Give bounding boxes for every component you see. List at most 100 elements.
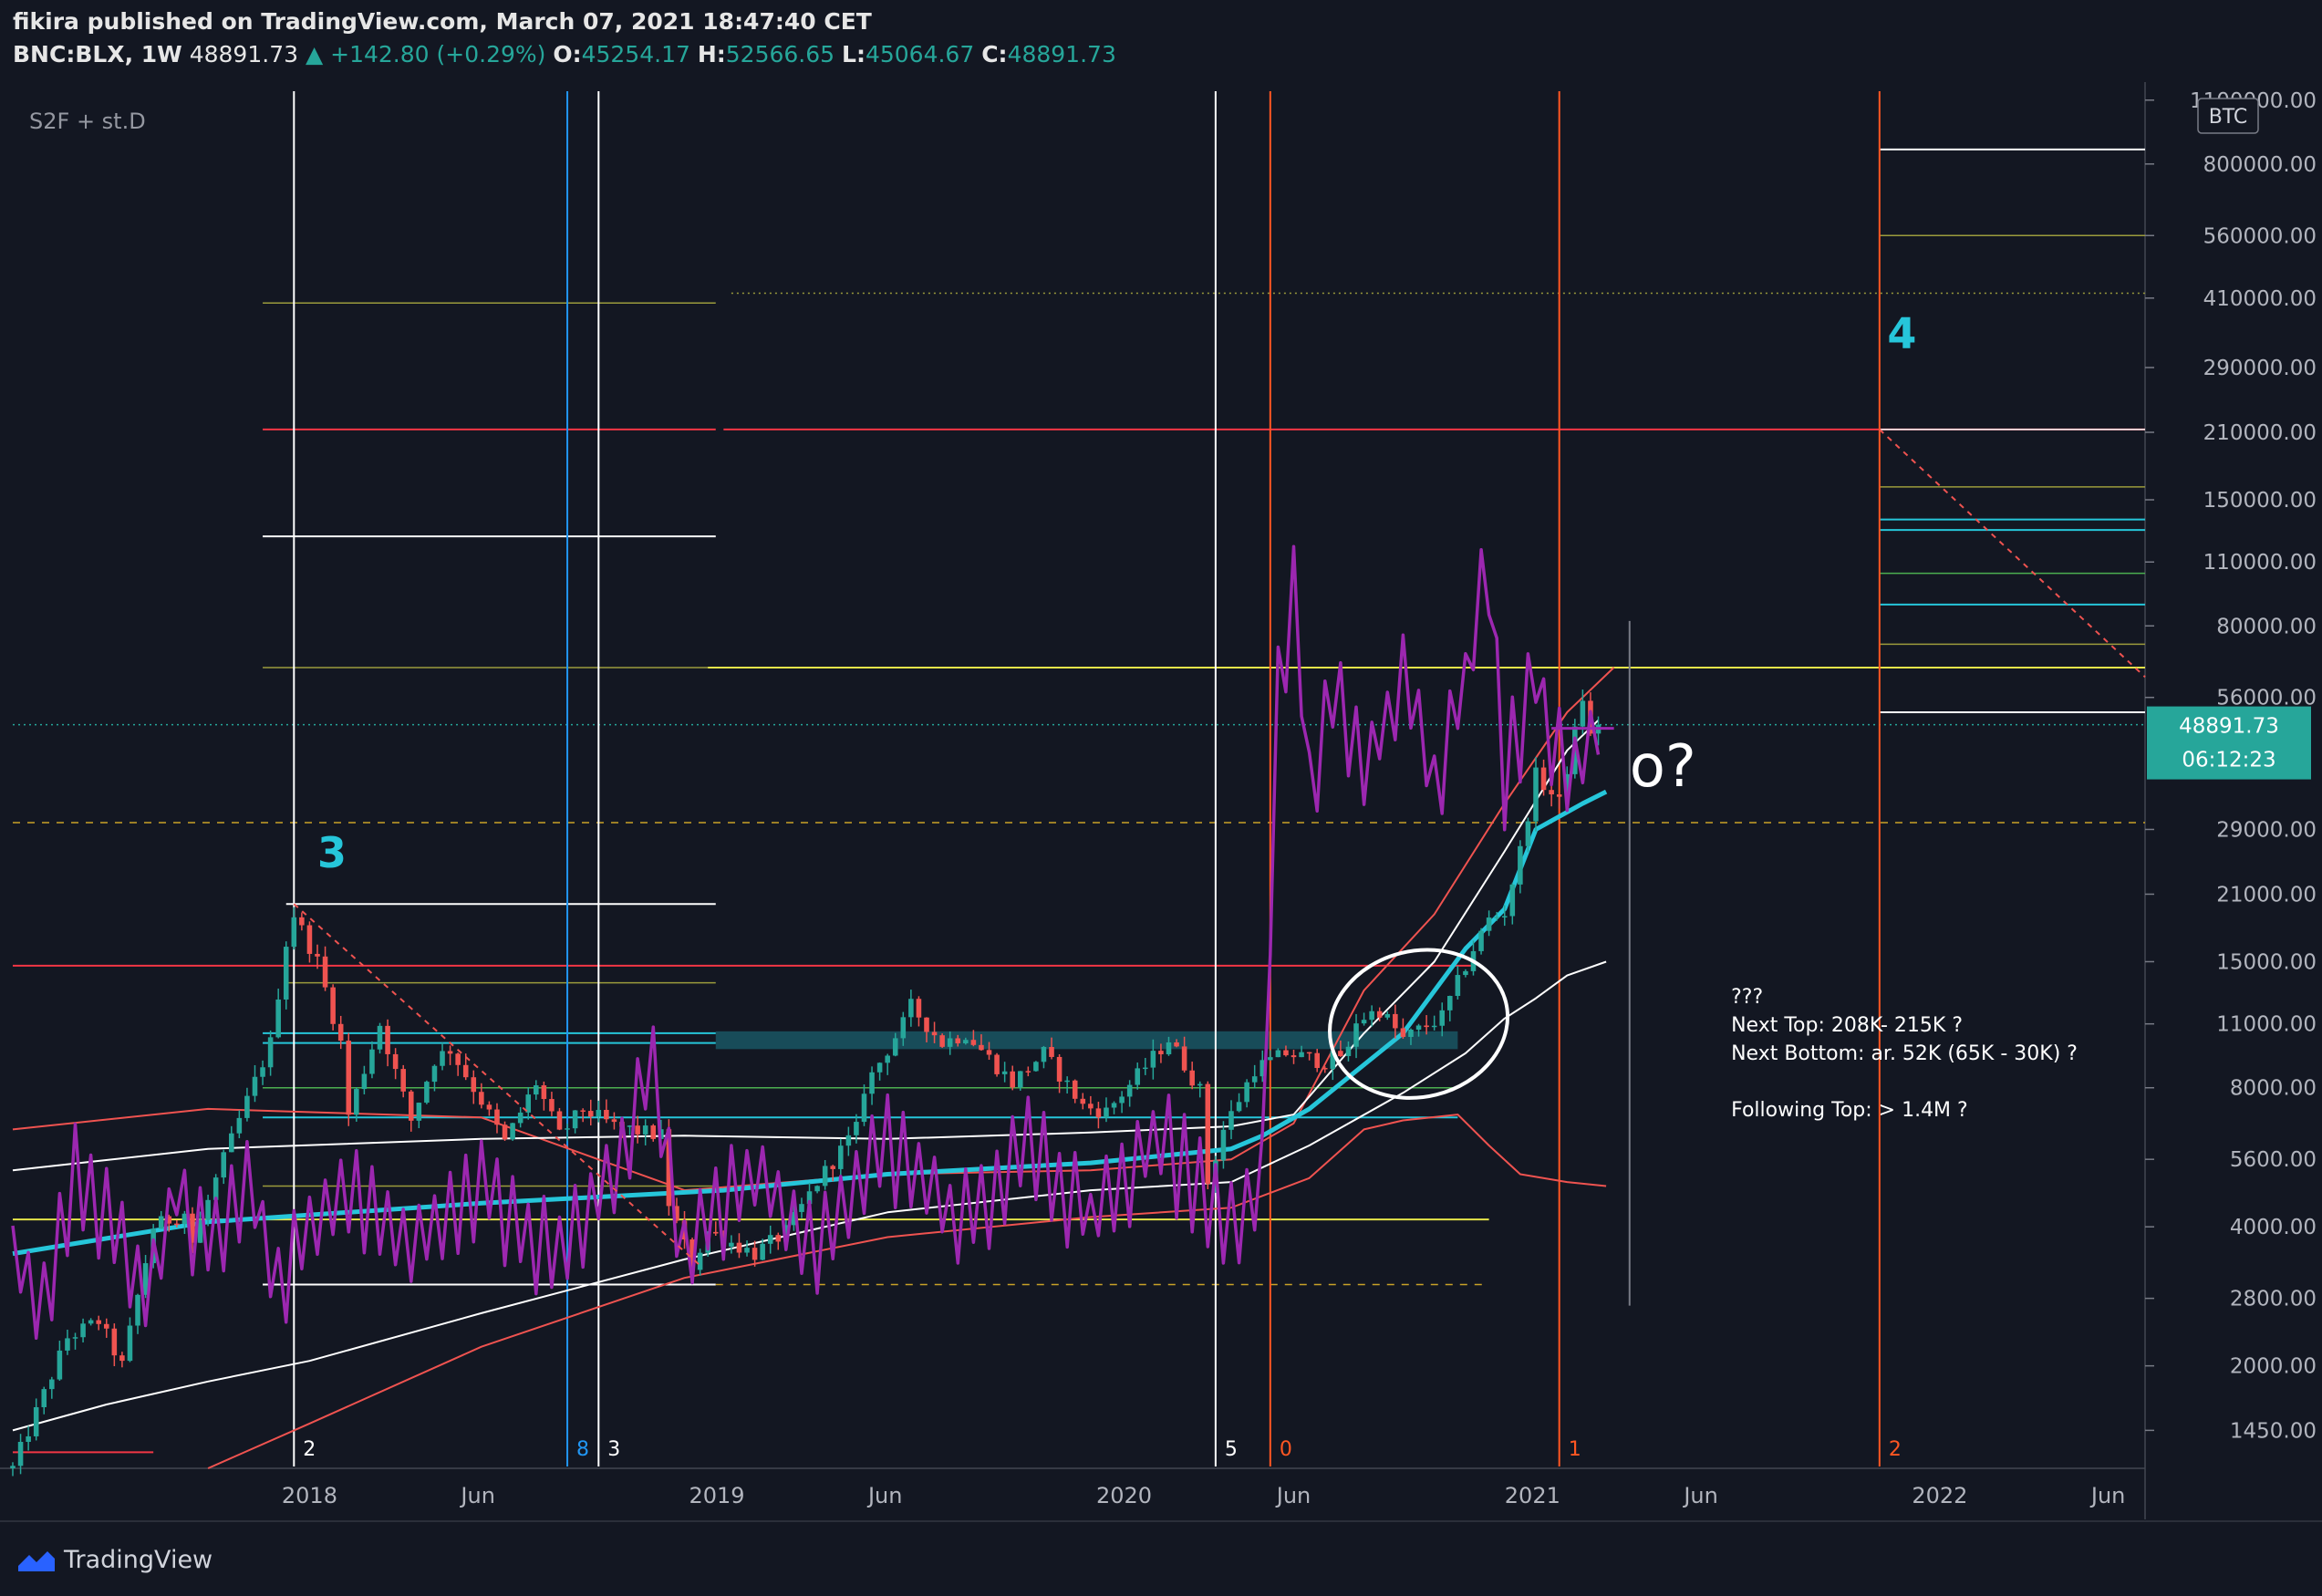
horizontal-levels [13,148,2145,1454]
candle-body [1283,1050,1289,1056]
candle-body [385,1025,390,1054]
candle-body [1400,1028,1406,1037]
candle-body [455,1053,461,1065]
candle-body [541,1085,547,1100]
candle-body [1431,1025,1437,1028]
candle-body [1439,1010,1446,1026]
candle-body [580,1110,586,1112]
annotation-line: Next Bottom: ar. 52K (65K - 30K) ? [1731,1042,2078,1065]
candle-body [1580,700,1586,727]
candle-body [955,1038,961,1044]
candle-body [1251,1076,1258,1083]
candle-body [479,1092,484,1105]
candle-body [1080,1098,1086,1104]
ma-white-thin [12,719,1600,1172]
axes[interactable]: 1100000.00800000.00560000.00410000.00290… [282,89,2317,1508]
candle-body [1384,1013,1391,1018]
candle-body [447,1051,453,1054]
candle-body [322,956,328,988]
y-tick-label: 110000.00 [2203,551,2317,575]
candle-body [1533,767,1539,822]
candle-body [534,1085,539,1095]
candle-body [494,1109,500,1125]
candle-body [1275,1050,1281,1058]
y-tick-label: 29000.00 [2216,818,2317,842]
candle-body [1353,1023,1359,1047]
candle-body [471,1077,477,1093]
candle-body [1549,790,1554,795]
candle-body [1126,1084,1133,1097]
y-tick-label: 2800.00 [2230,1288,2317,1311]
candle-body [900,1017,907,1039]
candle-body [252,1076,258,1096]
candlesticks[interactable] [10,689,1602,1477]
candle-body [1111,1103,1117,1108]
y-tick-label: 410000.00 [2203,287,2317,311]
price-tag-countdown: 06:12:23 [2182,749,2275,772]
candle-body [1518,845,1523,885]
candle-body [431,1065,438,1083]
candle-body [299,917,305,926]
candle-body [369,1049,375,1074]
candle-body [1056,1056,1063,1082]
candle-body [604,1109,609,1120]
candle-body [1025,1071,1031,1073]
candle-body [1486,917,1492,931]
candle-body [127,1325,133,1362]
y-tick-label: 290000.00 [2203,357,2317,380]
candle-body [908,999,914,1018]
candle-body [111,1328,118,1356]
candle-body [1501,916,1508,917]
candle-body [611,1119,617,1123]
price-chart[interactable]: 2835012 34o????Next Top: 208K- 215K ?Nex… [0,0,2322,1596]
annotation-line: Next Top: 208K- 215K ? [1731,1014,1963,1037]
candle-body [88,1320,94,1324]
x-tick-label: 2022 [1912,1483,1967,1508]
candle-body [1244,1082,1249,1103]
candle-body [838,1145,844,1169]
candle-body [275,999,281,1038]
candle-body [947,1038,953,1047]
candle-body [462,1064,469,1078]
candle-body [96,1320,101,1324]
candle-body [1049,1047,1054,1057]
candle-body [1525,821,1531,846]
y-tick-label: 1450.00 [2230,1419,2317,1443]
annotations: 3 4 o???? Next Top: 208K- 215K ? Next Bottom… [293,308,2146,1267]
candle-body [267,1037,274,1068]
candle-body [1361,1020,1367,1024]
candle-body [1369,1010,1374,1021]
candle-body [1291,1055,1297,1058]
moving-averages [12,667,1615,1469]
vertical-line-label: 2 [1889,1438,1902,1461]
candle-body [1135,1068,1141,1085]
candle-body [986,1050,992,1055]
candle-body [635,1125,640,1135]
candle-body [291,917,297,948]
candle-body [970,1040,977,1045]
y-tick-label: 21000.00 [2216,883,2317,907]
candle-body [260,1067,265,1077]
candle-body [744,1248,750,1253]
candle-body [103,1323,109,1329]
candle-body [1158,1051,1164,1055]
candle-body [1088,1104,1094,1109]
candle-body [1455,975,1461,997]
y-tick-label: 15000.00 [2216,950,2317,974]
candle-body [1306,1052,1312,1054]
x-tick-label: 2019 [689,1483,744,1508]
candle-body [752,1248,758,1260]
footer[interactable]: TradingView [16,1541,213,1578]
indicator-label[interactable]: S2F + st.D [29,109,146,134]
y-tick-label: 11000.00 [2216,1013,2317,1037]
y-tick-label: 560000.00 [2203,224,2317,248]
candle-body [924,1017,929,1032]
candle-body [1064,1080,1070,1083]
candle-body [979,1044,984,1051]
x-tick-label: Jun [2089,1483,2126,1508]
candle-body [174,1223,180,1226]
candle-body [361,1073,368,1090]
x-tick-label: Jun [1682,1483,1718,1508]
candle-body [33,1406,39,1436]
candle-body [408,1091,414,1121]
